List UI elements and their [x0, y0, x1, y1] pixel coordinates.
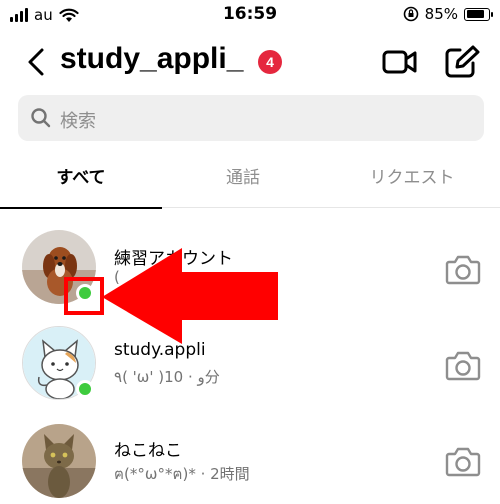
account-username[interactable]: study_appli_	[60, 42, 243, 76]
highlight-box	[64, 277, 104, 315]
search-icon	[31, 108, 51, 128]
thread-row[interactable]: ねこねこ ฅ(*°ω°*ฅ)* · 2時間	[0, 412, 500, 504]
battery-fill	[466, 10, 485, 18]
tab-calls[interactable]: 通話	[162, 152, 324, 208]
search-bar[interactable]: 検索	[18, 95, 484, 141]
notification-badge: 4	[258, 50, 282, 74]
thread-preview: ٩( 'ω' )و · 10分	[114, 368, 220, 386]
online-indicator	[76, 380, 94, 398]
video-camera-icon[interactable]	[380, 44, 420, 80]
status-bar: au 16:59 85%	[0, 0, 500, 30]
chevron-left-icon[interactable]	[22, 44, 52, 80]
orientation-lock-icon	[403, 6, 418, 22]
thread-preview: ฅ(*°ω°*ฅ)* · 2時間	[114, 465, 250, 483]
tab-requests[interactable]: リクエスト	[324, 152, 500, 208]
thread-list-header: study_appli_ 4	[0, 40, 500, 84]
thread-name: ねこねこ	[114, 441, 182, 461]
camera-icon[interactable]	[444, 252, 482, 286]
cat-photo	[22, 424, 96, 498]
camera-icon[interactable]	[444, 444, 482, 478]
search-placeholder: 検索	[60, 111, 96, 132]
avatar[interactable]	[22, 424, 96, 498]
red-arrow-annotation	[102, 248, 278, 344]
battery-percent: 85%	[424, 5, 458, 23]
battery-icon	[464, 7, 493, 21]
tab-all[interactable]: すべて	[0, 152, 162, 209]
status-right: 85%	[403, 5, 493, 23]
edit-icon[interactable]	[442, 44, 482, 80]
filter-tabs: すべて 通話 リクエスト	[0, 152, 500, 209]
camera-icon[interactable]	[444, 348, 482, 382]
